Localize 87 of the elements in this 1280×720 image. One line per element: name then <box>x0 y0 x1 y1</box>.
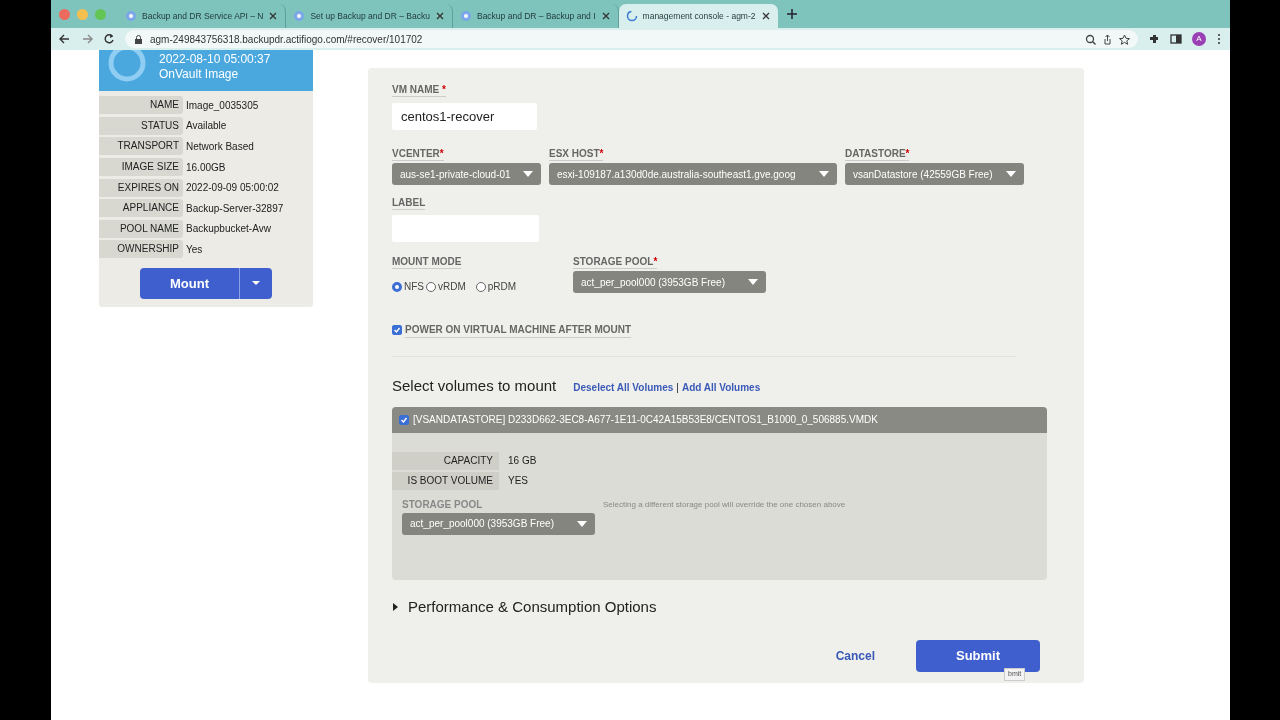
deselect-all-link[interactable]: Deselect All Volumes <box>573 380 674 395</box>
image-type: OnVault Image <box>159 67 240 83</box>
star-icon[interactable] <box>1119 33 1130 45</box>
cancel-link[interactable]: Cancel <box>835 647 875 665</box>
dropdown[interactable]: esxi-109187.a130d0de.australia-southeast1.gve.goog <box>549 163 837 185</box>
required-mark: * <box>439 148 444 159</box>
field-label: DATASTORE* <box>845 148 910 161</box>
dropdown-button[interactable] <box>239 267 272 299</box>
caret-icon <box>392 602 400 611</box>
radio-option[interactable]: vRDM <box>426 279 466 294</box>
puzzle-icon[interactable] <box>1148 33 1160 45</box>
detail-label: IS BOOT VOLUME <box>392 471 499 490</box>
new-tab-icon[interactable] <box>785 8 798 20</box>
zoom-icon[interactable] <box>1085 33 1096 45</box>
detail-label: NAME <box>99 96 183 115</box>
ring-icon <box>107 50 147 83</box>
detail-value: Image_0035305 <box>186 98 259 113</box>
close-icon[interactable] <box>600 11 611 21</box>
field-label: STORAGE POOL <box>402 498 483 511</box>
detail-value: 16.00GB <box>186 160 226 175</box>
field-label: STORAGE POOL* <box>573 256 658 269</box>
sidebar-icon[interactable] <box>1170 33 1182 45</box>
field-label: MOUNT MODE <box>392 256 462 269</box>
detail-label: STATUS <box>99 116 183 135</box>
dropdown[interactable]: act_per_pool000 (3953GB Free) <box>402 512 595 535</box>
caret-icon <box>748 279 758 285</box>
detail-value: Yes <box>186 242 203 257</box>
expander[interactable]: Performance & Consumption Options <box>392 595 1060 618</box>
close-icon[interactable] <box>760 11 771 21</box>
radio-option[interactable]: pRDM <box>475 279 517 294</box>
forward-icon[interactable] <box>81 33 93 45</box>
required-mark: * <box>905 148 910 159</box>
close-icon[interactable] <box>268 11 279 21</box>
detail-label: EXPIRES ON <box>99 178 183 197</box>
image-date: 2022-08-10 05:00:37 <box>159 51 271 68</box>
detail-value: 16 GB <box>508 454 537 468</box>
page-icon <box>125 10 137 22</box>
section-title: Select volumes to mount <box>392 376 557 396</box>
detail-value: Network Based <box>186 140 254 154</box>
caret-icon <box>252 281 260 286</box>
check-icon <box>393 326 401 334</box>
hint-text: Selecting a different storage pool will override the one chosen above <box>603 498 846 511</box>
detail-label: IMAGE SIZE <box>99 158 183 177</box>
text-field[interactable]: centos1-recover <box>392 103 537 130</box>
loading-icon <box>625 10 638 22</box>
field-label: ESX HOST* <box>549 148 604 161</box>
detail-value: Available <box>186 119 227 134</box>
detail-value: Backupbucket-Avw <box>186 222 271 237</box>
reload-icon[interactable] <box>103 33 115 45</box>
detail-label: CAPACITY <box>392 451 499 470</box>
check-icon <box>400 415 408 424</box>
required-mark: * <box>599 148 604 159</box>
detail-label: POOL NAME <box>99 219 183 238</box>
detail-value: YES <box>508 474 528 488</box>
field-label: VM NAME * <box>392 84 446 97</box>
caret-icon <box>577 520 587 527</box>
separator: | <box>676 381 679 395</box>
checkbox[interactable] <box>399 414 409 425</box>
back-icon[interactable] <box>59 33 71 45</box>
add-all-link[interactable]: Add All Volumes <box>681 380 761 395</box>
profile-avatar[interactable]: A <box>1192 32 1206 46</box>
caret-icon <box>1006 171 1016 177</box>
dropdown[interactable]: act_per_pool000 (3953GB Free) <box>573 271 766 293</box>
power-on-checkbox[interactable]: POWER ON VIRTUAL MACHINE AFTER MOUNT <box>392 322 1060 338</box>
radio-option[interactable]: NFS <box>392 279 424 294</box>
close-icon[interactable] <box>434 11 445 21</box>
page-icon <box>459 10 472 22</box>
required-mark: * <box>441 84 446 95</box>
lock-icon <box>133 33 144 45</box>
detail-value: 2022-09-09 05:00:02 <box>186 181 279 196</box>
detail-label: TRANSPORT <box>99 137 183 156</box>
field-label: LABEL <box>392 197 426 210</box>
required-mark: * <box>653 256 658 267</box>
browser-tab[interactable]: management console - agm-2 <box>618 4 778 28</box>
field-label: VCENTER* <box>392 148 444 161</box>
volume-path: [VSANDATASTORE] D233D662-3EC8-A677-1E11-0C42A15B53E8/CENTOS1_B1000_0_506885.VMDK <box>413 413 878 427</box>
caret-icon <box>819 171 829 177</box>
detail-value: Backup-Server-32897 <box>186 201 284 216</box>
menu-icon[interactable] <box>1216 33 1222 45</box>
dropdown[interactable]: aus-se1-private-cloud-01 <box>392 163 541 185</box>
mount-button[interactable]: Mount <box>140 267 239 299</box>
detail-label: APPLIANCE <box>99 199 183 218</box>
share-icon[interactable] <box>1102 33 1113 45</box>
caret-icon <box>523 171 533 177</box>
dropdown[interactable]: vsanDatastore (42559GB Free) <box>845 163 1024 185</box>
page-icon <box>293 10 306 22</box>
detail-label: OWNERSHIP <box>99 240 183 259</box>
